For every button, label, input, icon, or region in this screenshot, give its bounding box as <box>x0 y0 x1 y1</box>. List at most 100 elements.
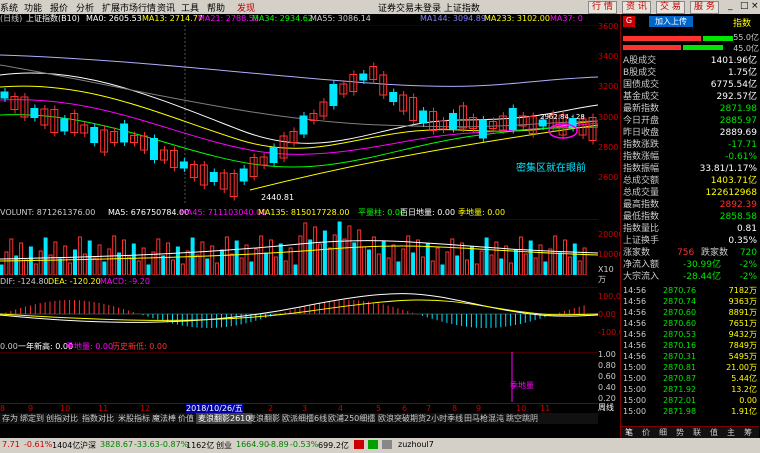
volume-bar <box>77 236 82 275</box>
dense-zone-note: 密集区就在眼前 <box>516 161 586 174</box>
quote-row-label: 基金成交 <box>623 92 660 102</box>
candle <box>100 129 109 153</box>
panel-tab[interactable]: 笔 <box>625 427 633 438</box>
quote-row: 总成交量 122612968 <box>621 188 759 199</box>
tab-formula-h[interactable]: 跳空跳阴 <box>504 413 540 424</box>
season-low-label: 季地量: 0.00 <box>66 342 114 351</box>
panel-tab[interactable]: 细 <box>659 427 667 438</box>
tab-formula-d[interactable]: 欧浪突破 <box>376 413 412 424</box>
volume-bar <box>308 239 313 275</box>
tab-bind[interactable]: 绑定到 <box>18 413 46 424</box>
sh-value: 7.71 <box>2 440 20 449</box>
tab-service[interactable]: 服 务 <box>690 1 719 14</box>
volume-bar <box>175 246 180 275</box>
volume-bar <box>553 235 558 275</box>
macd-axis-tick: 100.0 <box>598 292 621 301</box>
volume-bar <box>283 260 288 275</box>
vol-axis-unit: X10万 <box>598 265 614 284</box>
quote-row-value: 33.81/1.17% <box>699 164 757 174</box>
panel-tab[interactable]: 值 <box>710 427 718 438</box>
alert-icon[interactable] <box>354 440 364 449</box>
quote-row-label: 国债成交 <box>623 80 660 90</box>
volume-bar <box>362 246 367 275</box>
volume-bar <box>126 256 131 275</box>
menu-item-news[interactable]: 资讯 <box>157 1 175 14</box>
kline-chart[interactable]: 2440.81 2962.84 - 28 密集区就在眼前 <box>0 25 598 205</box>
tab-formula-a[interactable]: 麦浪翻影 <box>246 413 282 424</box>
panel-tab[interactable]: 价 <box>642 427 650 438</box>
big-row: 大宗流入 -28.44亿 -2% <box>621 272 759 283</box>
tick-time: 14:56 <box>623 341 647 350</box>
inflow-value: -30.99亿 <box>683 260 722 270</box>
tab-formula-e[interactable]: 期货2小时季线 <box>408 413 465 424</box>
settings-icon[interactable] <box>382 440 392 449</box>
volume-bar <box>43 237 48 275</box>
quote-row-label: 指数涨跌 <box>623 140 660 150</box>
tab-formula-g[interactable]: 混沌 <box>486 413 506 424</box>
vol-axis-tick: 20000 <box>598 230 624 239</box>
quote-row: 最新指数 2871.98 <box>621 104 759 115</box>
volume-bar <box>166 242 171 275</box>
tick-row: 14:56 2870.31 5495万 <box>621 352 759 362</box>
menu-item-discover[interactable]: 发现 <box>237 1 255 14</box>
hundred-day-label: 百日地量: 0.00 <box>400 208 456 217</box>
tab-news[interactable]: 资 讯 <box>622 1 651 14</box>
menu-item-help[interactable]: 帮助 <box>207 1 225 14</box>
panel-tab[interactable]: 联 <box>693 427 701 438</box>
trend-line <box>249 124 598 191</box>
quote-row-value: 1401.96亿 <box>710 56 757 66</box>
macd-chart[interactable] <box>0 287 598 339</box>
tab-quotes[interactable]: 行 情 <box>588 1 617 14</box>
quote-row: B股成交 1.75亿 <box>621 68 759 79</box>
tab-formula-c[interactable]: 欧浦250细擂 <box>326 413 377 424</box>
ma-line-grey <box>0 64 598 128</box>
sz-pct: -0.87% <box>160 440 189 449</box>
volume-bar <box>239 257 244 275</box>
volume-chart[interactable] <box>0 219 598 275</box>
tab-compare-cy[interactable]: 创指对比 <box>44 413 80 424</box>
tick-time: 14:56 <box>623 319 647 328</box>
tick-time: 14:56 <box>623 286 647 295</box>
volume-bar <box>117 252 122 275</box>
quote-row-label: 昨日收盘 <box>623 128 660 138</box>
candle <box>329 84 338 106</box>
volume-bar <box>136 260 141 275</box>
tab-trade[interactable]: 交 易 <box>656 1 685 14</box>
indicator-chart[interactable]: 季地量 <box>0 352 598 402</box>
volume-bar <box>342 238 347 275</box>
menu-item-quote[interactable]: 报价 <box>50 1 68 14</box>
sz-amount: 1162亿 <box>186 441 215 450</box>
upload-button[interactable]: 加入上传 <box>649 16 693 27</box>
panel-tab[interactable]: 筹 <box>744 427 752 438</box>
tab-value[interactable]: 价值 <box>176 413 196 424</box>
volume-bar <box>386 257 391 275</box>
tick-time: 15:00 <box>623 407 647 416</box>
tab-formula-b[interactable]: 欧派细擂6线 <box>280 413 329 424</box>
volume-bar <box>367 249 371 275</box>
menu-item-system[interactable]: 系统 <box>0 1 18 14</box>
menu-item-extended-market[interactable]: 扩展市场行情 <box>102 1 156 14</box>
tab-save-as[interactable]: 存为 <box>0 413 20 424</box>
menu-item-tools[interactable]: 工具 <box>181 1 199 14</box>
volume-bar <box>435 247 440 275</box>
close-icon[interactable]: × <box>751 1 759 11</box>
menu-item-analysis[interactable]: 分析 <box>76 1 94 14</box>
panel-tab[interactable]: 主 <box>727 427 735 438</box>
tab-magic[interactable]: 魔法棒 <box>150 413 178 424</box>
restore-icon[interactable]: □ <box>740 1 749 11</box>
menu-item-function[interactable]: 功能 <box>24 1 42 14</box>
volume-bar <box>514 249 518 275</box>
period-switch[interactable]: 周线 <box>598 403 614 413</box>
panel-tab[interactable]: 势 <box>676 427 684 438</box>
tab-indicator[interactable]: 米股指标 <box>116 413 152 424</box>
minimize-icon[interactable]: _ <box>728 1 733 11</box>
volume-bar <box>533 257 538 275</box>
tick-row: 14:56 2870.74 9363万 <box>621 297 759 307</box>
volume-bar <box>543 261 548 275</box>
tick-price: 2870.76 <box>663 286 697 295</box>
quote-panel: G 加入上传 指数 55.0亿 45.0亿 A股成交 1401.96亿 B股成交 1.… <box>620 14 760 438</box>
up-count: 756 <box>677 248 695 258</box>
tab-active-formula[interactable]: 麦浪翻影2610 <box>196 413 253 424</box>
tab-compare-index[interactable]: 指数对比 <box>80 413 116 424</box>
tick-time: 14:56 <box>623 352 647 361</box>
